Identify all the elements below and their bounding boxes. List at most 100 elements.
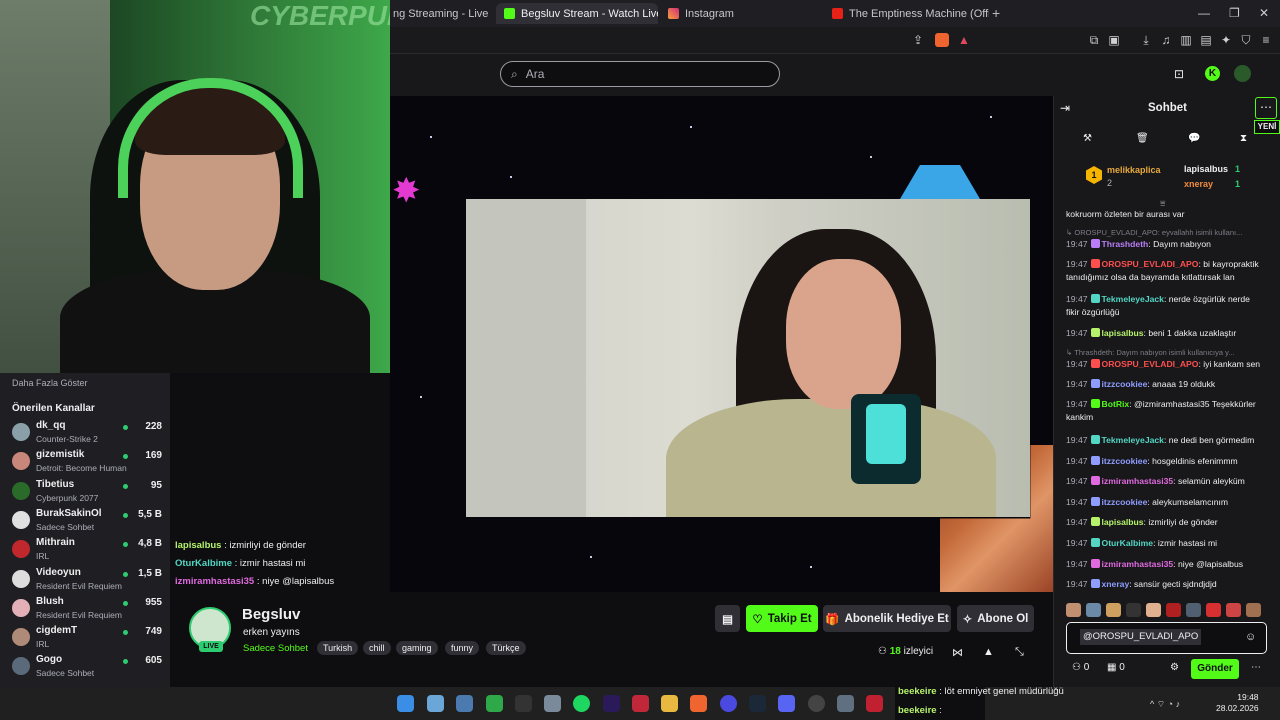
recommended-channel[interactable]: Tibetius Cyberpunk 2077 95	[12, 479, 162, 508]
chat-username[interactable]: lapisalbus	[1102, 328, 1144, 338]
tab-instagram[interactable]: Instagram	[660, 3, 820, 24]
chat-username[interactable]: itzzcookiee	[1102, 497, 1148, 507]
system-clock[interactable]: 19:48 28.02.2026	[1216, 692, 1259, 714]
emote-icon[interactable]	[1146, 603, 1161, 617]
menu-icon[interactable]: ≡	[1259, 33, 1273, 47]
chat-username[interactable]: izmiramhastasi35	[1102, 559, 1174, 569]
hourglass-icon[interactable]: ⧗	[1240, 133, 1247, 144]
chat-username[interactable]: lapisalbus	[1102, 517, 1144, 527]
chat-username[interactable]: TekmeleyeJack	[1102, 294, 1164, 304]
brave-shield-icon[interactable]	[935, 33, 949, 47]
tag[interactable]: funny	[445, 641, 480, 655]
subscribe-button[interactable]: ✧ Abone Ol	[957, 605, 1034, 632]
chat-username[interactable]: izmiramhastasi35	[1102, 476, 1174, 486]
leader-name[interactable]: melikkaplica	[1107, 165, 1161, 175]
download-icon[interactable]: ⤓	[1139, 33, 1153, 47]
app-icon[interactable]	[456, 695, 473, 712]
tab-youtube[interactable]: The Emptiness Machine (Official	[824, 3, 989, 24]
sidebar-toggle-icon[interactable]: ▥	[1179, 33, 1193, 47]
chat-options-icon[interactable]: ⋯	[1251, 662, 1261, 673]
spotify-icon[interactable]	[573, 695, 590, 712]
chat-username[interactable]: OROSPU_EVLADI_APO	[1102, 259, 1199, 269]
tag[interactable]: Türkçe	[486, 641, 526, 655]
chat-username[interactable]: itzzcookiee	[1102, 379, 1148, 389]
follow-button[interactable]: ♡ Takip Et	[746, 605, 818, 632]
steam-icon[interactable]	[749, 695, 766, 712]
windows-start-icon[interactable]	[397, 695, 414, 712]
vpn-icon[interactable]: ⛉	[1239, 33, 1253, 47]
share-icon[interactable]: ⇪	[911, 33, 925, 47]
gift-sub-button[interactable]: 🎁 Abonelik Hediye Et	[823, 605, 951, 632]
emote-icon[interactable]	[1246, 603, 1261, 617]
chest-display[interactable]: ▦ 0	[1107, 662, 1125, 673]
file-explorer-icon[interactable]	[661, 695, 678, 712]
more-options-icon[interactable]: ⋯	[1255, 97, 1277, 119]
new-tab-button[interactable]: +	[992, 5, 1000, 21]
chat-bubble-icon[interactable]: 💬	[1188, 133, 1200, 144]
app-icon[interactable]	[720, 695, 737, 712]
close-window-icon[interactable]: ✕	[1259, 6, 1269, 20]
screenshot-icon[interactable]: ▣	[1107, 33, 1121, 47]
settings-app-icon[interactable]	[837, 695, 854, 712]
trash-icon[interactable]: 🗑	[1136, 133, 1149, 144]
search-input[interactable]: ⌕ Ara	[500, 61, 780, 87]
discord-icon[interactable]	[778, 695, 795, 712]
emote-icon[interactable]	[1166, 603, 1181, 617]
tab-streaming[interactable]: ng Streaming - Live Stream	[385, 3, 490, 24]
emote-icon[interactable]	[1086, 603, 1101, 617]
music-icon[interactable]: ♫	[1159, 33, 1173, 47]
chat-username[interactable]: itzzcookiee	[1102, 456, 1148, 466]
channel-name[interactable]: Begsluv	[242, 606, 300, 623]
app-icon[interactable]	[866, 695, 883, 712]
share-stream-icon[interactable]: ⋈	[952, 646, 963, 659]
chat-username[interactable]: xneray	[1102, 579, 1130, 589]
tag[interactable]: Turkish	[317, 641, 359, 655]
app-icon[interactable]	[808, 695, 825, 712]
tab-begsluv[interactable]: Begsluv Stream - Watch Live ✕	[496, 3, 658, 24]
emote-icon[interactable]	[1066, 603, 1081, 617]
extensions-icon[interactable]: ⧉	[1087, 33, 1101, 47]
app-icon[interactable]	[544, 695, 561, 712]
recommended-channel[interactable]: BurakSakinOl Sadece Sohbet 5,5 B	[12, 508, 162, 537]
chat-username[interactable]: OROSPU_EVLADI_APO	[1102, 359, 1199, 369]
tray-icons[interactable]: ^ ⌔ ◔ ♪	[1150, 699, 1180, 710]
theater-mode-icon[interactable]: ⤡	[1015, 646, 1024, 659]
premiere-icon[interactable]	[603, 695, 620, 712]
xbox-icon[interactable]	[486, 695, 503, 712]
kick-logo-icon[interactable]: K	[1205, 66, 1220, 81]
stream-category[interactable]: Sadece Sohbet	[243, 643, 308, 654]
recommended-channel[interactable]: Mithrain IRL 4,8 B	[12, 537, 162, 566]
maximize-icon[interactable]: ❐	[1229, 6, 1240, 20]
emote-bar[interactable]	[1066, 603, 1266, 617]
settings-icon[interactable]: ⚙	[1170, 662, 1179, 673]
recommended-channel[interactable]: dk_qq Counter-Strike 2 228	[12, 420, 162, 449]
chat-username[interactable]: TekmeleyeJack	[1102, 435, 1164, 445]
send-button[interactable]: Gönder	[1191, 659, 1239, 679]
points-display[interactable]: ⚇ 0	[1072, 662, 1089, 673]
clip-button[interactable]: ▤	[715, 605, 740, 632]
minimize-icon[interactable]: —	[1198, 6, 1210, 20]
collapse-chat-icon[interactable]: ⇥	[1060, 101, 1070, 115]
app-icon[interactable]	[632, 695, 649, 712]
leader-name[interactable]: xneray	[1184, 179, 1213, 189]
mention-chip[interactable]: @OROSPU_EVLADI_APO	[1080, 629, 1202, 645]
leader-name[interactable]: lapisalbus	[1184, 164, 1228, 174]
recommended-channel[interactable]: Videoyun Resident Evil Requiem 1,5 B	[12, 567, 162, 596]
tag[interactable]: chill	[363, 641, 391, 655]
emoji-icon[interactable]: ☺	[1245, 631, 1256, 643]
report-icon[interactable]: ▲	[983, 646, 994, 658]
recommended-channel[interactable]: Gogo Sadece Sohbet 605	[12, 654, 162, 683]
chat-username[interactable]: BotRix	[1102, 399, 1130, 409]
user-avatar[interactable]	[1234, 65, 1251, 82]
emote-icon[interactable]	[1186, 603, 1201, 617]
recommended-channel[interactable]: Blush Resident Evil Requiem 955	[12, 596, 162, 625]
brave-icon[interactable]	[690, 695, 707, 712]
wallet-icon[interactable]: ▤	[1199, 33, 1213, 47]
emote-icon[interactable]	[1106, 603, 1121, 617]
brave-rewards-icon[interactable]: ▲	[957, 33, 971, 47]
chat-username[interactable]: Thrashdeth	[1102, 239, 1149, 249]
emote-icon[interactable]	[1126, 603, 1141, 617]
ai-icon[interactable]: ✦	[1219, 33, 1233, 47]
emote-icon[interactable]	[1226, 603, 1241, 617]
chat-username[interactable]: OturKalbime	[1102, 538, 1154, 548]
